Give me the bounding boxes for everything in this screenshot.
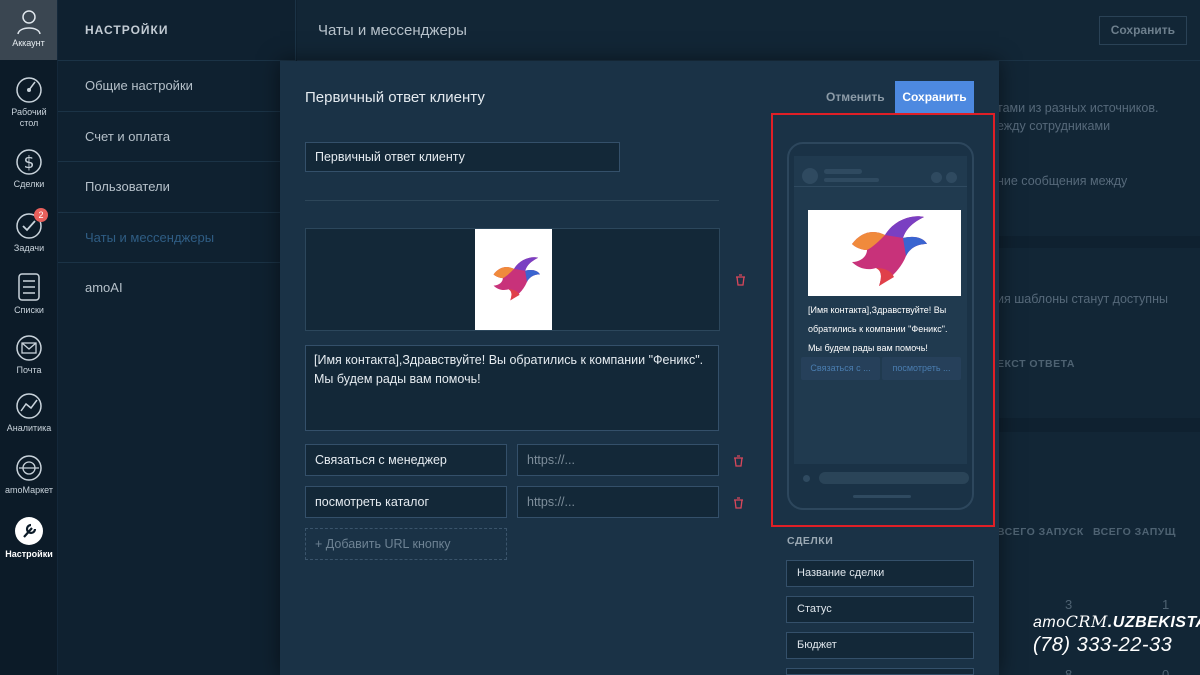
rail-label: Настройки: [5, 549, 53, 559]
button-label-input[interactable]: посмотреть каталог: [305, 486, 507, 518]
button-label-input[interactable]: Связаться с менеджер: [305, 444, 507, 476]
brand-amo: amo: [1033, 614, 1066, 631]
bg-number: 3: [1065, 597, 1073, 612]
analytics-icon: [16, 393, 42, 419]
rail-item-tasks[interactable]: 2 Задачи: [0, 208, 58, 254]
settings-nav: НАСТРОЙКИ Общие настройки Счет и оплата …: [58, 0, 296, 675]
rail-item-deals[interactable]: $ Сделки: [0, 148, 58, 190]
rail-label: Рабочий стол: [11, 107, 47, 128]
rail-item-market[interactable]: amoМаркет: [0, 454, 58, 496]
add-url-button[interactable]: + Добавить URL кнопку: [305, 528, 507, 560]
rail-label: Списки: [14, 305, 44, 315]
button-url-input[interactable]: https://...: [517, 486, 719, 518]
nav-item-billing[interactable]: Счет и оплата: [58, 112, 295, 162]
nav-item-users[interactable]: Пользователи: [58, 162, 295, 213]
brand-crm: CRM: [1065, 612, 1108, 631]
bg-divider: [997, 236, 1200, 248]
dashboard-icon: [16, 77, 42, 103]
amocrm-watermark: amoCRM.UZBEKISTAN: [1033, 612, 1200, 632]
phoenix-image: [475, 229, 552, 330]
mail-icon: [16, 335, 42, 361]
rail-item-lists[interactable]: Списки: [0, 272, 58, 316]
bg-column-header: ВСЕГО ЗАПУЩ: [1093, 526, 1176, 538]
bg-text: тами из разных источников.: [997, 101, 1159, 115]
image-upload[interactable]: [305, 228, 720, 331]
dollar-icon: $: [16, 149, 42, 175]
delete-image-icon[interactable]: [735, 274, 746, 286]
bg-column-header: ВСЕГО ЗАПУСК: [997, 526, 1084, 538]
cancel-button[interactable]: Отменить: [826, 90, 885, 104]
rail-label: Сделки: [13, 179, 45, 189]
bg-column-header: ЕКСТ ОТВЕТА: [997, 358, 1075, 370]
rail-item-analytics[interactable]: Аналитика: [0, 392, 58, 434]
nav-item-general[interactable]: Общие настройки: [58, 61, 295, 112]
page-save-button[interactable]: Сохранить: [1098, 16, 1187, 45]
rail-label: Аналитика: [6, 423, 52, 433]
watermark-phone: (78) 333-22-33: [1033, 634, 1173, 656]
rail-label: Задачи: [13, 243, 45, 253]
bg-text: ние сообщения между: [997, 174, 1128, 188]
rail-label: Почта: [16, 365, 42, 375]
page-title: Чаты и мессенджеры: [297, 0, 1200, 61]
rail-item-dashboard[interactable]: Рабочий стол: [0, 76, 58, 129]
message-textarea[interactable]: [Имя контакта],Здравствуйте! Вы обратили…: [305, 345, 719, 431]
bg-number: 8: [1065, 667, 1073, 675]
nav-item-amoai[interactable]: amoAI: [58, 263, 295, 314]
user-avatar-icon: [16, 10, 41, 35]
rail-label: amoМаркет: [5, 485, 53, 495]
settings-icon: [15, 517, 43, 545]
delete-button-icon[interactable]: [733, 455, 744, 467]
nav-title: НАСТРОЙКИ: [58, 0, 295, 61]
nav-item-chats[interactable]: Чаты и мессенджеры: [58, 213, 295, 263]
rail-item-settings[interactable]: Настройки: [0, 516, 58, 560]
template-name-input[interactable]: Первичный ответ клиенту: [305, 142, 620, 172]
account-button[interactable]: Аккаунт: [0, 0, 57, 60]
list-icon: [18, 273, 40, 301]
market-icon: [16, 455, 42, 481]
left-rail: Аккаунт Рабочий стол $ Сделки 2 Задачи С…: [0, 0, 58, 675]
account-label: Аккаунт: [12, 38, 45, 48]
bg-text: ия шаблоны станут доступны: [997, 292, 1168, 306]
deal-field-name[interactable]: Название сделки: [786, 560, 974, 587]
deal-field-budget[interactable]: Бюджет: [786, 632, 974, 659]
deal-field-status[interactable]: Статус: [786, 596, 974, 623]
divider: [305, 200, 719, 201]
rail-item-mail[interactable]: Почта: [0, 334, 58, 376]
modal-title: Первичный ответ клиенту: [305, 89, 485, 106]
brand-suffix: .UZBEKISTAN: [1107, 614, 1200, 631]
preview-highlight-frame: [771, 113, 995, 527]
phoenix-logo-icon: [493, 256, 540, 300]
bg-number: 1: [1162, 597, 1170, 612]
save-button[interactable]: Сохранить: [895, 81, 974, 114]
bg-text: ежду сотрудниками: [997, 119, 1111, 133]
button-url-input[interactable]: https://...: [517, 444, 719, 476]
delete-button-icon[interactable]: [733, 497, 744, 509]
bg-number: 0: [1162, 667, 1170, 675]
deals-title: СДЕЛКИ: [787, 535, 834, 547]
tasks-badge: 2: [34, 208, 48, 222]
svg-text:$: $: [24, 153, 35, 173]
deal-field-extra[interactable]: [786, 668, 974, 675]
bg-divider: [997, 418, 1200, 432]
